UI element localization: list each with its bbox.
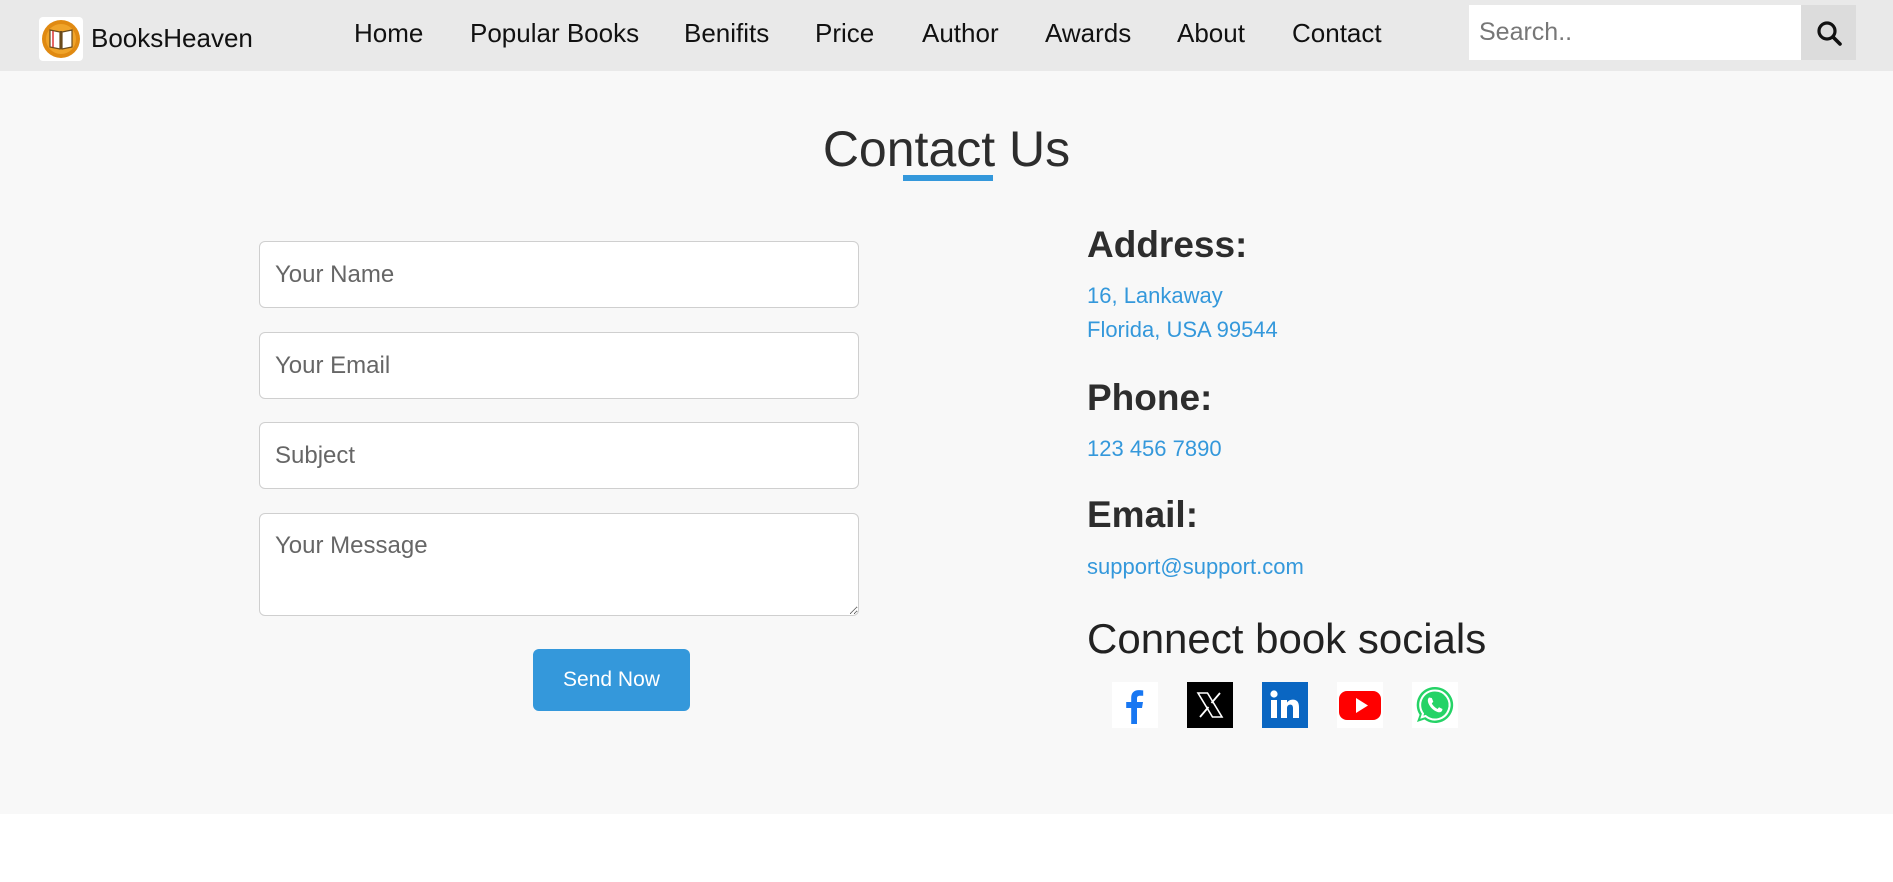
brand-name: BooksHeaven: [91, 23, 253, 53]
navbar: BooksHeaven Home Popular Books Benifits …: [0, 0, 1893, 71]
search-bar: [1469, 5, 1856, 60]
email-heading: Email:: [1087, 494, 1199, 535]
socials-title: Connect book socials: [1087, 615, 1487, 662]
youtube-icon: [1337, 682, 1383, 728]
search-input[interactable]: [1469, 5, 1801, 60]
x-link[interactable]: [1187, 682, 1233, 728]
facebook-link[interactable]: [1112, 682, 1158, 728]
phone-value[interactable]: 123 456 7890: [1087, 432, 1222, 466]
linkedin-link[interactable]: [1262, 682, 1308, 728]
nav-about[interactable]: About: [1177, 18, 1245, 49]
x-icon: [1187, 682, 1233, 728]
nav-awards[interactable]: Awards: [1045, 18, 1131, 49]
address-line2: Florida, USA 99544: [1087, 317, 1278, 342]
linkedin-icon: [1262, 682, 1308, 728]
nav-home[interactable]: Home: [354, 18, 423, 49]
title-underline: [903, 175, 993, 181]
search-button[interactable]: [1801, 5, 1856, 60]
whatsapp-icon: [1412, 682, 1458, 728]
youtube-link[interactable]: [1337, 682, 1383, 728]
name-field[interactable]: [259, 241, 859, 308]
search-icon: [1816, 20, 1842, 46]
email-value[interactable]: support@support.com: [1087, 550, 1304, 584]
book-icon: [39, 16, 83, 61]
phone-heading: Phone:: [1087, 377, 1213, 418]
brand[interactable]: BooksHeaven: [39, 16, 253, 61]
subject-field[interactable]: [259, 422, 859, 489]
nav-price[interactable]: Price: [815, 18, 874, 49]
address-heading: Address:: [1087, 224, 1248, 265]
email-field[interactable]: [259, 332, 859, 399]
nav-popular-books[interactable]: Popular Books: [470, 18, 639, 49]
nav-author[interactable]: Author: [922, 18, 999, 49]
facebook-icon: [1112, 682, 1158, 728]
nav-benifits[interactable]: Benifits: [684, 18, 769, 49]
page-title: Contact Us: [822, 121, 1071, 177]
whatsapp-link[interactable]: [1412, 682, 1458, 728]
nav-contact[interactable]: Contact: [1292, 18, 1382, 49]
address-line1: 16, Lankaway: [1087, 283, 1223, 308]
message-field[interactable]: [259, 513, 859, 616]
send-button[interactable]: Send Now: [533, 649, 690, 711]
